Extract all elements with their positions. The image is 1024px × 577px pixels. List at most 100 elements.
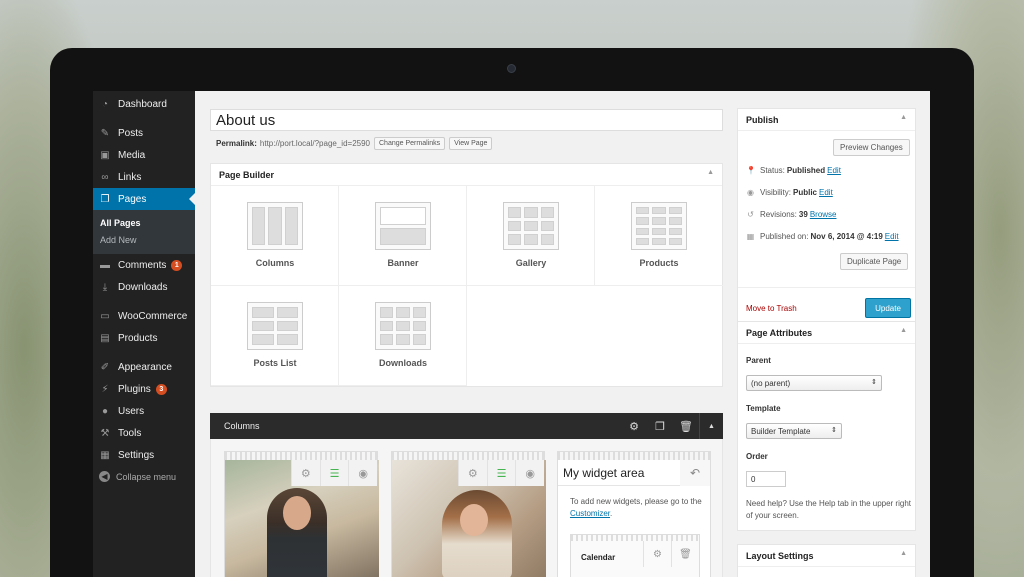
sidebar-item-users[interactable]: ● Users <box>93 400 195 422</box>
permalink-url[interactable]: http://port.local/?page_id=2590 <box>260 139 370 148</box>
gear-icon[interactable]: ⚙ <box>643 541 671 567</box>
sidebar-item-label: Appearance <box>118 361 172 373</box>
module-label: Gallery <box>515 258 547 268</box>
page-attributes-header[interactable]: Page Attributes ▲ <box>738 322 915 344</box>
face-shape <box>283 496 311 530</box>
module-label: Products <box>639 258 679 268</box>
camera-icon[interactable]: ◉ <box>348 460 377 486</box>
collapse-arrow-icon[interactable]: ▲ <box>699 413 723 439</box>
gear-icon[interactable]: ⚙ <box>291 460 320 486</box>
edit-date-link[interactable]: Edit <box>885 232 899 241</box>
template-select[interactable]: Builder Template ⇕ <box>746 423 842 439</box>
collapse-toggle-icon[interactable]: ▲ <box>900 114 907 121</box>
update-button[interactable]: Update <box>865 298 911 318</box>
status-value: Published <box>786 166 826 175</box>
menu-lines-icon[interactable]: ☰ <box>319 460 349 486</box>
collapse-toggle-icon[interactable]: ▲ <box>707 169 714 176</box>
duplicate-page-button[interactable]: Duplicate Page <box>840 253 909 270</box>
sidebar-item-woocommerce[interactable]: ▭ WooCommerce <box>93 305 195 327</box>
collapse-toggle-icon[interactable]: ▲ <box>900 550 907 557</box>
customizer-link[interactable]: Customizer <box>570 509 610 518</box>
module-downloads[interactable]: Downloads <box>339 286 467 386</box>
settings-icon: ▦ <box>100 449 110 461</box>
module-banner[interactable]: Banner <box>339 186 467 286</box>
submenu-add-new[interactable]: Add New <box>100 235 137 245</box>
gear-icon[interactable]: ⚙ <box>458 460 487 486</box>
sidebar-item-pages[interactable]: ❐ Pages <box>93 188 195 210</box>
view-page-button[interactable]: View Page <box>449 137 493 150</box>
sidebar-item-media[interactable]: ▣ Media <box>93 144 195 166</box>
widget-area-card[interactable]: My widget area ↶ To add new widgets, ple… <box>557 451 711 577</box>
submenu-all-pages[interactable]: All Pages <box>100 218 141 228</box>
downloads-icon <box>375 302 431 350</box>
parent-value: (no parent) <box>751 379 791 388</box>
pages-submenu: All Pages Add New <box>93 210 195 254</box>
page-builder-header[interactable]: Page Builder ▲ <box>211 164 722 186</box>
sidebar-item-label: WooCommerce <box>118 310 188 322</box>
sidebar-item-dashboard[interactable]: ◔ Dashboard <box>93 93 195 115</box>
layout-settings-header[interactable]: Layout Settings ▲ <box>738 545 915 567</box>
publish-title: Publish <box>746 115 779 125</box>
collapse-arrow-icon: ◀ <box>99 471 110 482</box>
plugin-icon: ⚡ <box>101 383 109 395</box>
gear-icon[interactable]: ⚙ <box>621 420 647 433</box>
column-card-2[interactable]: ⚙ ☰ ◉ <box>391 451 546 577</box>
brush-icon: ✐ <box>100 361 110 373</box>
browse-revisions-link[interactable]: Browse <box>810 210 837 219</box>
menu-lines-icon[interactable]: ☰ <box>486 460 516 486</box>
widget-help-text: To add new widgets, please go to the Cus… <box>570 497 702 518</box>
module-label: Downloads <box>378 358 427 368</box>
gallery-icon <box>503 202 559 250</box>
wrench-icon: ⚒ <box>100 427 110 439</box>
parent-select[interactable]: (no parent) ⇕ <box>746 375 882 391</box>
sidebar-item-plugins[interactable]: ⚡ Plugins 3 <box>93 378 195 400</box>
publish-header[interactable]: Publish ▲ <box>738 109 915 131</box>
calendar-widget[interactable]: Calendar ⚙ 🗑 <box>570 534 700 577</box>
calendar-widget-label: Calendar <box>581 553 616 562</box>
drag-handle[interactable] <box>558 452 710 460</box>
module-posts-list[interactable]: Posts List <box>211 286 339 386</box>
camera-icon[interactable]: ◉ <box>515 460 544 486</box>
sidebar-item-links[interactable]: ∞ Links <box>93 166 195 188</box>
preview-changes-button[interactable]: Preview Changes <box>833 139 910 156</box>
order-input[interactable]: 0 <box>746 471 786 487</box>
calendar-icon: ▦ <box>746 232 755 241</box>
module-label: Posts List <box>253 358 297 368</box>
module-gallery[interactable]: Gallery <box>467 186 595 286</box>
status-row: 📍 Status: Published Edit <box>746 166 841 175</box>
edit-visibility-link[interactable]: Edit <box>819 188 833 197</box>
screen: ◔ Dashboard ✎ Posts ▣ Media ∞ Links ❐ Pa… <box>93 91 930 577</box>
revisions-label: Revisions: <box>760 210 797 219</box>
drag-handle[interactable] <box>225 452 377 460</box>
pin-icon: 📍 <box>746 166 756 175</box>
edit-status-link[interactable]: Edit <box>827 166 841 175</box>
trash-icon[interactable]: 🗑 <box>673 420 699 433</box>
sidebar-item-downloads[interactable]: ⤓ Downloads <box>93 276 195 298</box>
change-permalinks-button[interactable]: Change Permalinks <box>374 137 446 150</box>
sidebar-item-posts[interactable]: ✎ Posts <box>93 122 195 144</box>
drag-handle[interactable] <box>392 452 544 460</box>
collapse-toggle-icon[interactable]: ▲ <box>900 327 907 334</box>
visibility-value: Public <box>792 188 817 197</box>
undo-icon[interactable]: ↶ <box>680 460 710 486</box>
publish-box: Publish ▲ Preview Changes 📍 Status: Publ… <box>737 108 916 326</box>
order-label: Order <box>746 452 768 461</box>
card-tools: ⚙ ☰ ◉ <box>291 460 377 486</box>
collapse-menu-button[interactable]: ◀ Collapse menu <box>99 471 176 482</box>
columns-section-bar[interactable]: Columns ⚙ ❐ 🗑 ▲ <box>210 413 723 439</box>
posts-list-icon <box>247 302 303 350</box>
revisions-row: ↺ Revisions: 39 Browse <box>746 210 837 219</box>
move-to-trash-link[interactable]: Move to Trash <box>746 304 797 313</box>
sidebar-item-comments[interactable]: ▬ Comments 1 <box>93 254 195 276</box>
sidebar-item-appearance[interactable]: ✐ Appearance <box>93 356 195 378</box>
module-products[interactable]: Products <box>595 186 723 286</box>
sidebar-item-products[interactable]: ▤ Products <box>93 327 195 349</box>
duplicate-icon[interactable]: ❐ <box>647 420 673 433</box>
trash-icon[interactable]: 🗑 <box>671 541 699 567</box>
sidebar-item-settings[interactable]: ▦ Settings <box>93 444 195 466</box>
template-value: Builder Template <box>751 427 811 436</box>
module-columns[interactable]: Columns <box>211 186 339 286</box>
sidebar-item-tools[interactable]: ⚒ Tools <box>93 422 195 444</box>
column-card-1[interactable]: ⚙ ☰ ◉ <box>224 451 379 577</box>
page-title-input[interactable]: About us <box>210 109 723 131</box>
